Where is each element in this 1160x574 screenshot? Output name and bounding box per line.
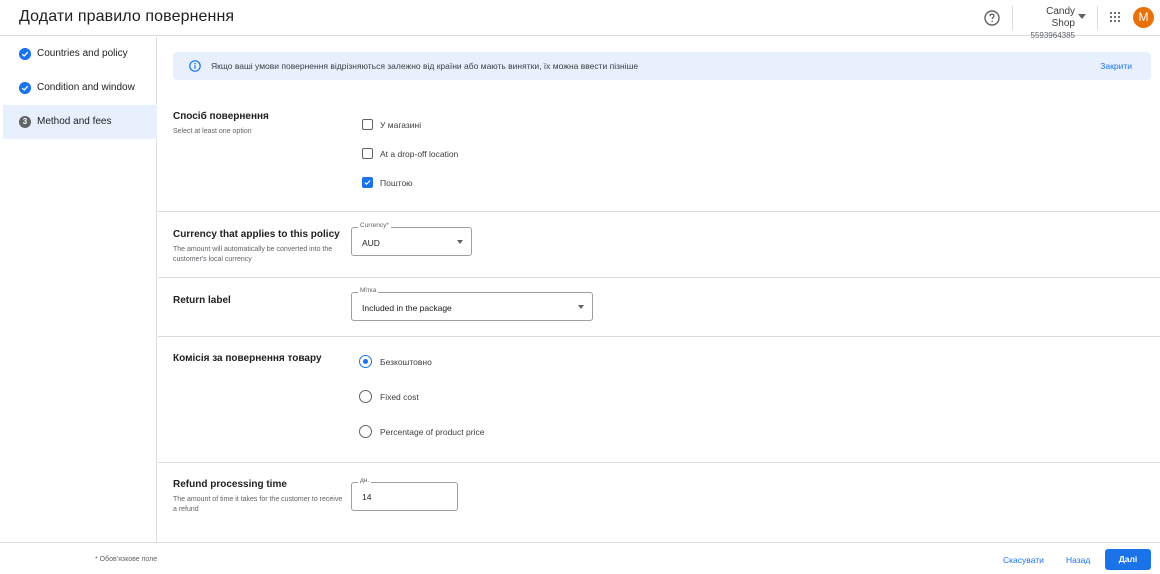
drop-off-label[interactable]: At a drop-off location [380, 149, 458, 159]
required-field-note: * Обов'язкове поле [95, 556, 158, 563]
check-circle-icon [19, 48, 31, 60]
help-icon[interactable] [983, 9, 1001, 27]
fixed-cost-radio-label[interactable]: Fixed cost [380, 392, 419, 402]
by-mail-label[interactable]: Поштою [380, 178, 413, 188]
step-label: Method and fees [37, 116, 112, 127]
return-label-value: Included in the package [362, 303, 452, 313]
refund-time-title: Refund processing time [173, 479, 287, 490]
page-title: Додати правило повернення [19, 8, 235, 25]
currency-value: AUD [362, 238, 380, 248]
refund-days-input[interactable]: дн. 14 [351, 477, 458, 511]
refund-days-field-label: дн. [358, 477, 372, 484]
free-radio[interactable] [359, 355, 372, 368]
currency-select[interactable]: Currency* AUD [351, 222, 472, 256]
account-switcher[interactable]: Candy Shop 5593964385 [1023, 6, 1076, 41]
stepper-sidebar: Countries and policy Condition and windo… [0, 37, 157, 542]
return-label-title: Return label [173, 295, 231, 306]
percentage-radio-label[interactable]: Percentage of product price [380, 427, 484, 437]
banner-close-button[interactable]: Закрити [1100, 61, 1132, 71]
cancel-button[interactable]: Скасувати [1003, 555, 1044, 565]
refund-days-value: 14 [362, 492, 372, 502]
return-method-description: Select at least one option [173, 128, 252, 135]
return-label-select[interactable]: Мітка Included in the package [351, 287, 593, 321]
percentage-radio[interactable] [359, 425, 372, 438]
refund-time-description: The amount of time it takes for the cust… [173, 496, 343, 513]
info-icon [189, 60, 201, 72]
step-method-and-fees[interactable]: 3 Method and fees [3, 105, 157, 139]
currency-description: The amount will automatically be convert… [173, 246, 333, 263]
account-id: 5593964385 [1030, 31, 1076, 40]
apps-grid-icon[interactable] [1109, 11, 1121, 23]
chevron-down-icon [578, 305, 584, 309]
next-button[interactable]: Далі [1105, 549, 1151, 570]
currency-title: Currency that applies to this policy [173, 229, 340, 240]
currency-field-label: Currency* [358, 222, 391, 229]
check-circle-icon [19, 82, 31, 94]
in-store-label[interactable]: У магазині [380, 120, 421, 130]
fixed-cost-radio[interactable] [359, 390, 372, 403]
by-mail-checkbox[interactable] [362, 177, 373, 188]
step-condition-and-window[interactable]: Condition and window [3, 71, 157, 105]
back-button[interactable]: Назад [1066, 555, 1090, 565]
chevron-down-icon [457, 240, 463, 244]
step-countries-and-policy[interactable]: Countries and policy [3, 37, 157, 71]
drop-off-checkbox[interactable] [362, 148, 373, 159]
banner-message: Якщо ваші умови повернення відрізняються… [211, 61, 639, 71]
section-divider [158, 277, 1160, 278]
free-radio-label[interactable]: Безкоштовно [380, 357, 432, 367]
info-banner: Якщо ваші умови повернення відрізняються… [173, 52, 1151, 80]
step-number-badge: 3 [19, 116, 31, 128]
top-bar: Додати правило повернення Candy Shop 559… [0, 0, 1160, 40]
header-divider [1012, 6, 1013, 30]
avatar[interactable]: M [1133, 7, 1154, 28]
section-divider [158, 336, 1160, 337]
return-fee-title: Комісія за повернення товару [173, 353, 322, 364]
return-method-title: Спосіб повернення [173, 111, 269, 122]
section-divider [158, 462, 1160, 463]
header-divider [1097, 6, 1098, 30]
account-dropdown-icon[interactable] [1078, 14, 1086, 19]
return-label-field-label: Мітка [358, 287, 379, 294]
in-store-checkbox[interactable] [362, 119, 373, 130]
account-name: Candy Shop [1046, 6, 1075, 29]
section-divider [158, 211, 1160, 212]
step-label: Condition and window [37, 82, 135, 93]
step-label: Countries and policy [37, 48, 128, 59]
footer-bar: * Обов'язкове поле Скасувати Назад Далі [0, 542, 1160, 574]
